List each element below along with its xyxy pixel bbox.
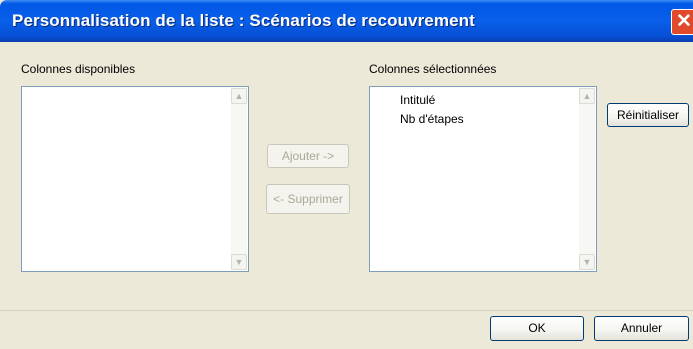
ok-button[interactable]: OK [490,316,584,341]
add-button[interactable]: Ajouter -> [267,144,349,168]
close-button[interactable]: ✕ [671,9,693,35]
close-icon: ✕ [676,11,692,32]
available-columns-label: Colonnes disponibles [21,62,136,76]
reset-button[interactable]: Réinitialiser [607,103,689,127]
list-item[interactable]: Intitulé [400,93,435,107]
dialog-button-bar: OK Annuler [0,310,693,349]
scroll-down-arrow-icon[interactable]: ▼ [231,254,247,270]
title-bar[interactable]: Personnalisation de la liste : Scénarios… [0,0,693,42]
remove-button[interactable]: <- Supprimer [266,184,350,214]
dialog-body: Colonnes disponibles Colonnes sélectionn… [0,42,693,310]
scroll-down-arrow-icon[interactable]: ▼ [579,254,595,270]
scroll-up-arrow-icon[interactable]: ▲ [579,88,595,104]
dialog-window: Personnalisation de la liste : Scénarios… [0,0,693,349]
available-columns-list[interactable]: ▲ ▼ [21,86,249,272]
list-item[interactable]: Nb d'étapes [400,112,464,126]
available-list-scrollbar[interactable]: ▲ ▼ [231,88,247,270]
window-title: Personnalisation de la liste : Scénarios… [12,11,475,30]
selected-columns-label: Colonnes sélectionnées [369,62,497,76]
scroll-up-arrow-icon[interactable]: ▲ [231,88,247,104]
cancel-button[interactable]: Annuler [594,316,689,341]
selected-columns-list[interactable]: Intitulé Nb d'étapes ▲ ▼ [369,86,597,272]
selected-list-scrollbar[interactable]: ▲ ▼ [579,88,595,270]
